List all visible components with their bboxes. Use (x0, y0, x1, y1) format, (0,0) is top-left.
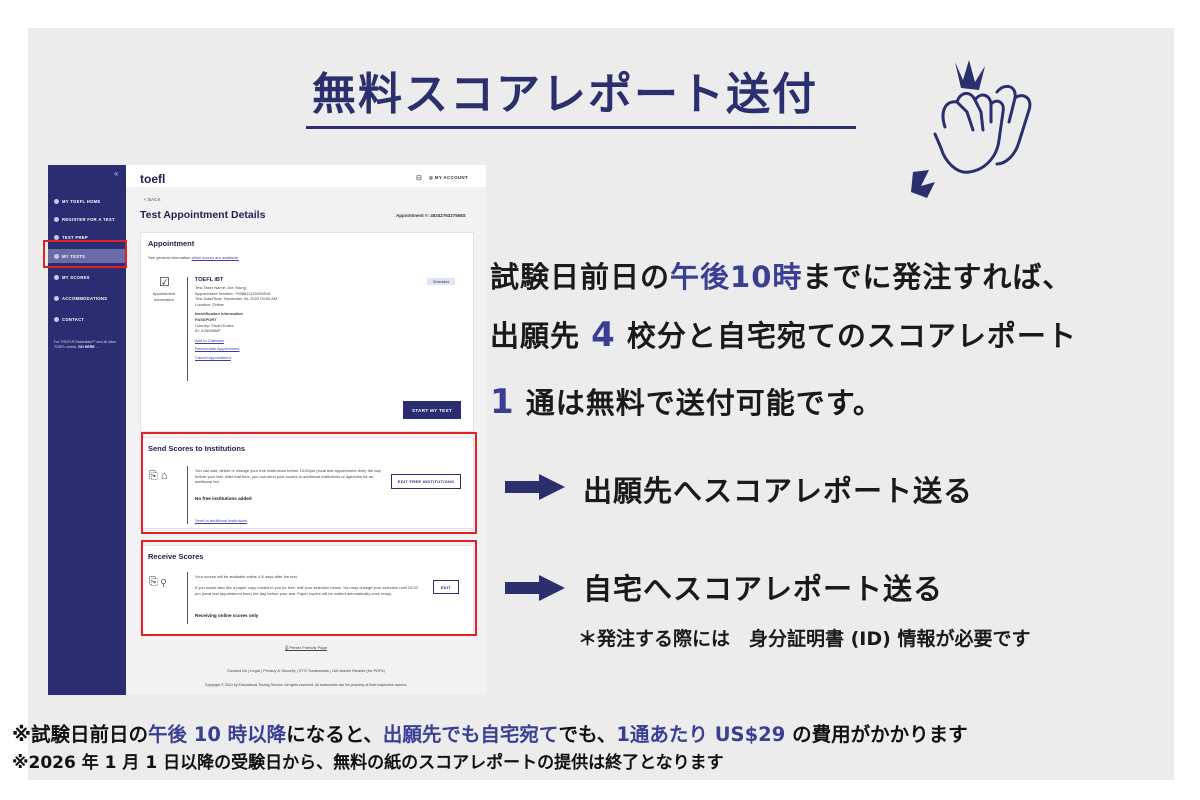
appointment-intro: See general information when scores are … (148, 255, 239, 260)
title-underline (306, 126, 856, 129)
divider (187, 277, 188, 381)
top-bar: toefl ⊟ ◎ MY ACCOUNT (126, 165, 486, 187)
appointment-icon-label: Appointment Information (152, 291, 176, 302)
sidebar-item-contact[interactable]: CONTACT (48, 312, 126, 326)
paper-report-note: ※2026 年 1 月 1 日以降の受験日から、無料の紙のスコアレポートの提供は… (12, 753, 724, 773)
arrow-right-icon (505, 474, 565, 500)
fee-note: ※試験日前日の午後 10 時以降になると、出願先でも自宅宛てでも、1通あたり U… (12, 723, 968, 746)
test-datetime: Test Date/Time: November 30, 2023 09:00 … (195, 296, 278, 302)
explanation-line1: 試験日前日の午後10時までに発注すれば、 (490, 260, 1073, 294)
sidebar-item-register[interactable]: REGISTER FOR A TEST (48, 212, 126, 226)
test-location: Location: Online (195, 301, 224, 307)
reschedule-link[interactable]: Reschedule Appointment (195, 346, 277, 352)
book-icon (54, 234, 59, 240)
highlight-my-tests (43, 240, 127, 268)
appointment-heading: Appointment (148, 239, 195, 248)
chart-icon (54, 274, 59, 280)
phone-icon (54, 316, 59, 322)
accessibility-icon (54, 295, 59, 301)
add-to-calendar-link[interactable]: Add to Calendar (195, 338, 277, 344)
page-title: 無料スコアレポート送付 (312, 69, 818, 120)
highlight-send-scores (141, 432, 477, 534)
go-here-link[interactable]: GO HERE → (78, 345, 99, 349)
test-name: TOEFL iBT (195, 277, 224, 283)
arrow2-label: 自宅へスコアレポート送る (583, 572, 944, 606)
highlight-receive-scores (141, 540, 477, 636)
appointment-card: Appointment See general information when… (140, 232, 474, 432)
printer-friendly-link[interactable]: ⎙ Printer Friendly Page (126, 645, 486, 651)
arrow1-label: 出願先へスコアレポート送る (583, 474, 974, 508)
sidebar-item-home[interactable]: MY TOEFL HOME (48, 194, 126, 208)
start-my-test-button[interactable]: START MY TEST (403, 401, 461, 419)
explanation-line2: 出願先 4 校分と自宅宛てのスコアレポート (490, 315, 1077, 355)
home-icon (54, 198, 59, 204)
back-link[interactable]: < BACK (144, 197, 161, 202)
cancel-link[interactable]: Cancel Appointment (195, 355, 277, 361)
cart-icon[interactable]: ⊟ (416, 174, 422, 182)
calendar-icon (54, 216, 59, 222)
explanation-line3: 1 通は無料で送付可能です。 (490, 382, 883, 422)
id-note: ＊発注する際には 身分証明書 (ID) 情報が必要です (578, 628, 1031, 650)
scores-available-link[interactable]: when scores are available. (192, 255, 239, 260)
high-five-icon (911, 60, 1032, 198)
id-number: ID: K28926MF (195, 328, 221, 334)
arrow-right-icon (505, 575, 565, 601)
my-account-link[interactable]: ◎ MY ACCOUNT (429, 175, 468, 181)
status-badge: Scheduled (427, 278, 455, 285)
calendar-check-icon: ☑ (159, 275, 170, 289)
collapse-icon[interactable]: « (114, 169, 118, 178)
sidebar-item-accommodations[interactable]: ACCOMMODATIONS (48, 291, 126, 305)
copyright: Copyright © 2024 by Educational Testing … (204, 683, 408, 687)
sidebar-item-my-scores[interactable]: MY SCORES (48, 270, 126, 284)
screen-title: Test Appointment Details (140, 209, 266, 221)
footer-links[interactable]: Contact Us | Legal | Privacy & Security … (126, 668, 486, 674)
toefl-logo[interactable]: toefl (140, 172, 165, 186)
appointment-number: Appointment #: 4834276327568S (396, 213, 466, 218)
sidebar-note: For TOEFL® Essentials™ and all other TOE… (54, 340, 117, 349)
